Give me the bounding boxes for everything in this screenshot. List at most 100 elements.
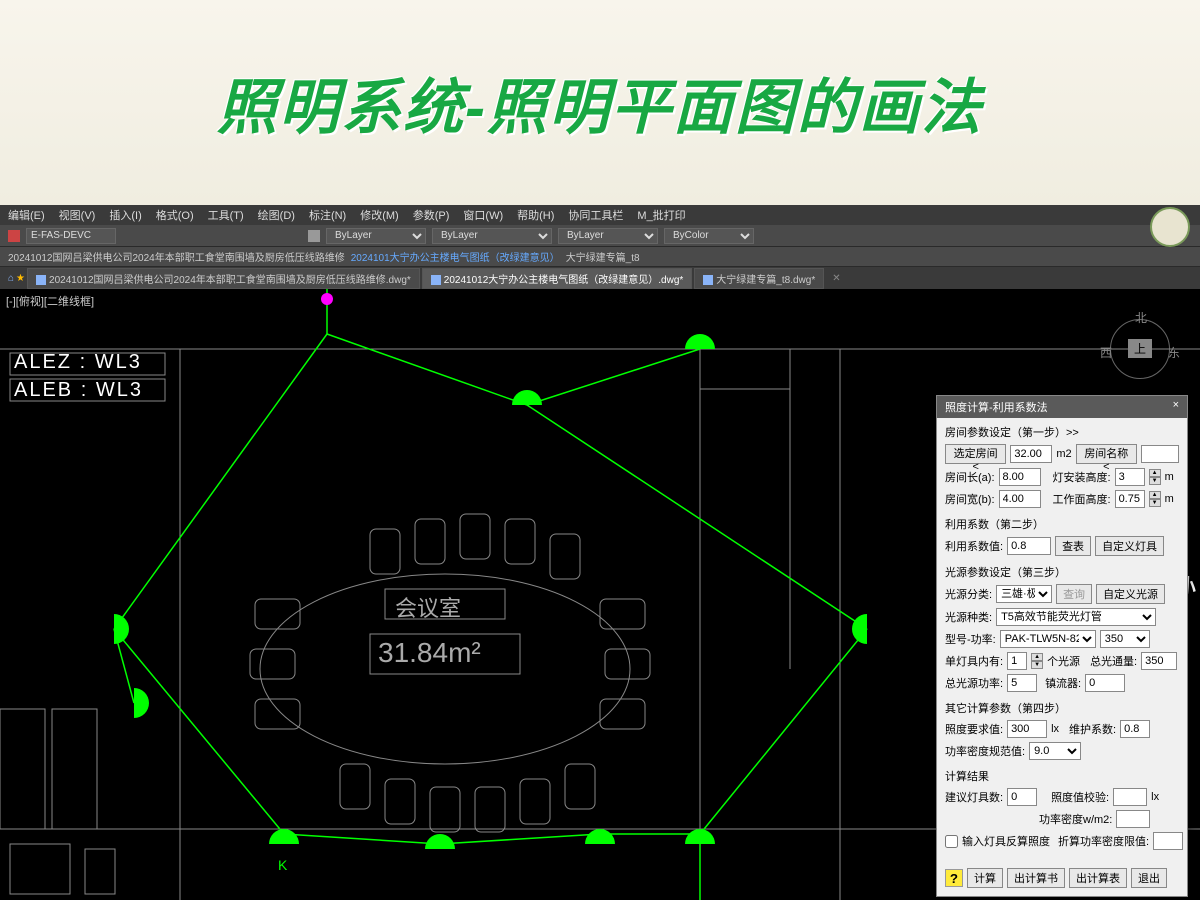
lineweight-select[interactable]: ByLayer	[558, 228, 658, 244]
file-tab-2[interactable]: 20241012大宁办公主楼电气图纸（改绿建意见）.dwg*	[422, 268, 693, 289]
maint-label: 维护系数:	[1069, 721, 1116, 737]
export-book-button[interactable]: 出计算书	[1007, 868, 1065, 888]
menu-dimension[interactable]: 标注(N)	[309, 207, 346, 223]
compass-west[interactable]: 西	[1100, 344, 1112, 361]
per-fixture-spinner[interactable]: ▲▼	[1031, 653, 1043, 669]
room-name-button[interactable]: 房间名称 <	[1076, 444, 1137, 464]
menu-format[interactable]: 格式(O)	[156, 207, 194, 223]
spinner-up-icon[interactable]: ▲	[1149, 491, 1161, 499]
star-icon[interactable]: ★	[16, 273, 25, 284]
plotstyle-select[interactable]: ByColor	[664, 228, 754, 244]
spinner-up-icon[interactable]: ▲	[1031, 653, 1043, 661]
file-tab-3[interactable]: 大宁绿建专篇_t8.dwg*	[694, 268, 824, 289]
header-area: 照明系统-照明平面图的画法	[0, 0, 1200, 205]
room-width-label: 房间宽(b):	[945, 491, 995, 507]
menu-window[interactable]: 窗口(W)	[463, 207, 503, 223]
menu-edit[interactable]: 编辑(E)	[8, 207, 45, 223]
spinner-down-icon[interactable]: ▼	[1149, 499, 1161, 507]
coef-input[interactable]	[1007, 537, 1051, 555]
file-tab-1[interactable]: 20241012国网吕梁供电公司2024年本部职工食堂南围墙及厨房低压线路维修.…	[27, 268, 420, 289]
flux-input[interactable]	[1141, 652, 1177, 670]
section-4-title: 其它计算参数（第四步）	[945, 700, 1179, 716]
dialog-title-text: 照度计算-利用系数法	[945, 399, 1048, 415]
compass-east[interactable]: 东	[1168, 344, 1180, 361]
work-height-input[interactable]	[1115, 490, 1145, 508]
query-button[interactable]: 查询	[1056, 584, 1092, 604]
dialog-titlebar[interactable]: 照度计算-利用系数法 ×	[937, 396, 1187, 418]
maint-input[interactable]	[1120, 720, 1150, 738]
room-width-input[interactable]	[999, 490, 1041, 508]
room-name-label: 会议室	[395, 591, 461, 623]
check-label: 照度值校验:	[1051, 789, 1109, 805]
room-area-input[interactable]	[1010, 445, 1052, 463]
menu-collab[interactable]: 协同工具栏	[568, 207, 623, 223]
wattage-select[interactable]: 350	[1100, 630, 1150, 648]
room-area-label: 31.84m²	[378, 637, 481, 669]
menu-modify[interactable]: 修改(M)	[360, 207, 399, 223]
close-icon[interactable]: ×	[1173, 399, 1179, 415]
section-room-params: 房间参数设定（第一步）>> 选定房间 < m2 房间名称 < 房间长(a): 灯…	[945, 424, 1179, 508]
suggest-input[interactable]	[1007, 788, 1037, 806]
compass-top[interactable]: 上	[1128, 339, 1152, 358]
per-unit-label: 个光源	[1047, 653, 1080, 669]
layer-swatch-icon	[8, 230, 20, 242]
section-utilization: 利用系数（第二步） 利用系数值: 查表 自定义灯具	[945, 516, 1179, 556]
work-height-spinner[interactable]: ▲▼	[1149, 491, 1161, 507]
req-lux-input[interactable]	[1007, 720, 1047, 738]
ballast-input[interactable]	[1085, 674, 1125, 692]
menu-view[interactable]: 视图(V)	[59, 207, 96, 223]
install-height-input[interactable]	[1115, 468, 1145, 486]
fold-density-input[interactable]	[1153, 832, 1183, 850]
spinner-up-icon[interactable]: ▲	[1149, 469, 1161, 477]
install-height-spinner[interactable]: ▲▼	[1149, 469, 1161, 485]
room-name-input[interactable]	[1141, 445, 1179, 463]
category-select[interactable]: 三雄·极	[996, 585, 1052, 603]
lookup-table-button[interactable]: 查表	[1055, 536, 1091, 556]
calculate-button[interactable]: 计算	[967, 868, 1003, 888]
lx-label: lx	[1051, 723, 1059, 735]
linetype-select[interactable]: ByLayer	[432, 228, 552, 244]
density-result-input[interactable]	[1116, 810, 1150, 828]
drawing-canvas[interactable]: [-][俯视][二维线框] ALEZ : WL3 ALEB : WL3 会议室 …	[0, 289, 1200, 900]
help-button[interactable]: ?	[945, 869, 963, 887]
spinner-down-icon[interactable]: ▼	[1149, 477, 1161, 485]
add-tab-icon[interactable]: ✕	[832, 273, 840, 284]
check-input[interactable]	[1113, 788, 1147, 806]
properties-toolbar: ByLayer ByLayer ByLayer ByColor	[0, 225, 1200, 247]
select-room-button[interactable]: 选定房间 <	[945, 444, 1006, 464]
export-table-button[interactable]: 出计算表	[1069, 868, 1127, 888]
custom-fixture-button[interactable]: 自定义灯具	[1095, 536, 1164, 556]
custom-source-button[interactable]: 自定义光源	[1096, 584, 1165, 604]
density-result-label: 功率密度w/m2:	[1039, 811, 1112, 827]
install-height-label: 灯安装高度:	[1053, 469, 1111, 485]
home-icon[interactable]: ⌂	[8, 273, 14, 284]
menu-help[interactable]: 帮助(H)	[517, 207, 554, 223]
layer-name-input[interactable]	[26, 228, 116, 244]
breadcrumb-link[interactable]: 2024101大宁办公主楼电气图纸（改绿建意见）	[351, 249, 560, 264]
total-watt-input[interactable]	[1007, 674, 1037, 692]
view-cube[interactable]: 北 东 西 上	[1100, 309, 1180, 389]
menu-tools[interactable]: 工具(T)	[208, 207, 244, 223]
type-select[interactable]: T5高效节能荧光灯管	[996, 608, 1156, 626]
reverse-calc-checkbox[interactable]	[945, 835, 958, 848]
compass-north[interactable]: 北	[1135, 309, 1147, 326]
viewport-label[interactable]: [-][俯视][二维线框]	[6, 293, 94, 309]
color-select[interactable]: ByLayer	[326, 228, 426, 244]
exit-button[interactable]: 退出	[1131, 868, 1167, 888]
ballast-label: 镇流器:	[1045, 675, 1081, 691]
per-fixture-input[interactable]	[1007, 652, 1027, 670]
spinner-down-icon[interactable]: ▼	[1031, 661, 1043, 669]
total-watt-label: 总光源功率:	[945, 675, 1003, 691]
menu-insert[interactable]: 插入(I)	[109, 207, 141, 223]
menu-draw[interactable]: 绘图(D)	[258, 207, 295, 223]
density-select[interactable]: 9.0	[1029, 742, 1081, 760]
room-length-input[interactable]	[999, 468, 1041, 486]
menu-params[interactable]: 参数(P)	[413, 207, 450, 223]
dwg-icon	[431, 275, 441, 285]
menu-batchprint[interactable]: M_批打印	[637, 207, 685, 223]
model-select[interactable]: PAK-TLW5N-827	[1000, 630, 1096, 648]
room-length-label: 房间长(a):	[945, 469, 995, 485]
logo-icon	[1150, 207, 1190, 247]
work-height-label: 工作面高度:	[1053, 491, 1111, 507]
m-label-2: m	[1165, 493, 1174, 505]
